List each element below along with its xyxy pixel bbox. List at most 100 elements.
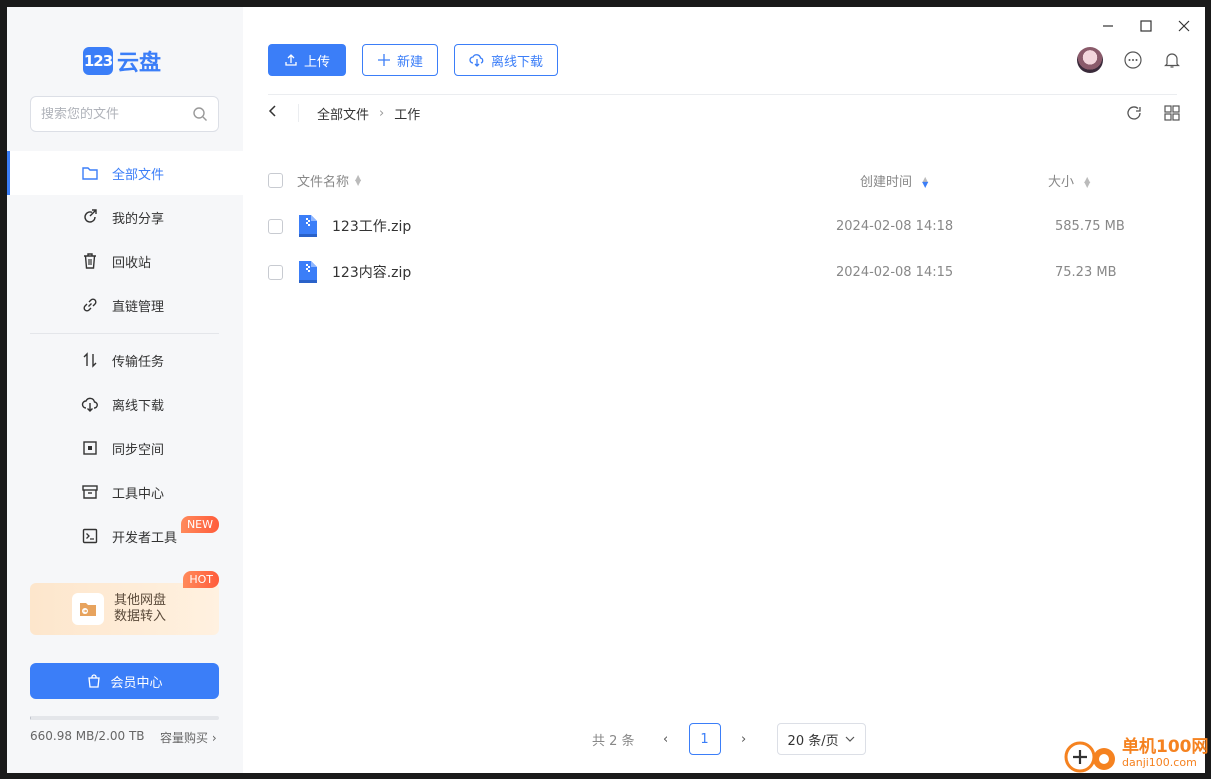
nav-offline-download[interactable]: 离线下载 xyxy=(7,382,243,426)
view-controls xyxy=(1125,104,1181,122)
nav-label: 全部文件 xyxy=(112,167,165,183)
nav-label: 我的分享 xyxy=(112,211,165,227)
file-name-cell: 123工作.zip xyxy=(297,213,411,239)
column-name-label: 文件名称 xyxy=(297,174,350,190)
plus-icon xyxy=(378,54,390,66)
watermark-subtitle: danji100.com xyxy=(1122,756,1197,769)
zip-file-icon xyxy=(299,215,317,237)
watermark-text: 单机100网 danji100.com xyxy=(1122,739,1209,771)
minimize-button[interactable] xyxy=(1097,15,1119,37)
search-box[interactable] xyxy=(30,96,219,132)
cloud-download-icon xyxy=(469,54,484,67)
storage-used-text: 660.98 MB/2.00 TB xyxy=(30,729,145,743)
chevron-down-icon xyxy=(845,736,855,742)
select-all-checkbox[interactable] xyxy=(268,172,283,188)
breadcrumb-divider xyxy=(298,104,299,122)
nav-tools[interactable]: 工具中心 xyxy=(7,470,243,514)
file-created-cell: 2024-02-08 14:18 xyxy=(836,218,954,234)
upload-label: 上传 xyxy=(303,54,330,70)
nav-sync-space[interactable]: 同步空间 xyxy=(7,426,243,470)
bag-icon xyxy=(88,674,101,688)
chevron-right-icon: › xyxy=(211,731,217,745)
share-icon xyxy=(84,209,97,223)
nav-label: 离线下载 xyxy=(112,398,165,414)
file-name[interactable]: 123工作.zip xyxy=(332,216,411,236)
nav-my-share[interactable]: 我的分享 xyxy=(7,195,243,239)
storage-fill xyxy=(30,716,31,720)
close-button[interactable] xyxy=(1173,15,1195,37)
breadcrumb-root[interactable]: 全部文件 xyxy=(317,104,369,123)
next-page-button[interactable]: › xyxy=(731,732,757,747)
grid-view-icon[interactable] xyxy=(1163,104,1181,122)
file-name-cell: 123内容.zip xyxy=(297,259,411,285)
column-created-header[interactable]: 创建时间 ▲ ▼ xyxy=(860,171,928,190)
maximize-button[interactable] xyxy=(1135,15,1157,37)
watermark-logo xyxy=(1064,741,1115,773)
upload-button[interactable]: 上传 xyxy=(268,44,346,76)
sort-icon: ▲ ▼ xyxy=(355,173,362,187)
page-number-button[interactable]: 1 xyxy=(688,723,721,755)
app-window: 123 云盘 全部文件 我的分享 回收站 直链管理 xyxy=(7,7,1205,773)
new-badge: NEW xyxy=(180,516,219,533)
window-controls xyxy=(1097,15,1195,37)
upload-icon xyxy=(285,54,297,66)
prev-page-button[interactable]: ‹ xyxy=(653,732,679,747)
import-card-line1: 其他网盘 xyxy=(114,593,167,608)
page-size-select[interactable]: 20 条/页 xyxy=(776,723,866,755)
row-checkbox[interactable] xyxy=(268,218,283,234)
breadcrumb-separator-icon: › xyxy=(379,105,385,121)
pagination: 共 2 条 ‹ 1 › 20 条/页 xyxy=(592,723,866,755)
nav-transfers[interactable]: 传输任务 xyxy=(7,338,243,382)
breadcrumb: 全部文件 › 工作 xyxy=(268,103,420,123)
data-import-card[interactable]: 其他网盘 数据转入 HOT xyxy=(30,571,219,635)
nav-all-files[interactable]: 全部文件 xyxy=(7,151,243,195)
search-icon[interactable] xyxy=(192,106,208,122)
nav-developer-tools[interactable]: 开发者工具 NEW xyxy=(7,514,243,558)
file-size-cell: 75.23 MB xyxy=(1055,264,1117,280)
avatar[interactable] xyxy=(1077,47,1103,73)
buy-storage-label: 容量购买 xyxy=(160,731,209,745)
back-button[interactable] xyxy=(268,104,288,122)
column-name-header[interactable]: 文件名称 ▲ ▼ xyxy=(297,171,361,190)
nav-label: 开发者工具 xyxy=(112,530,178,546)
new-button[interactable]: 新建 xyxy=(362,44,439,76)
page-size-value: 20 条/页 xyxy=(787,733,839,749)
storage-bar xyxy=(30,716,219,720)
folder-icon xyxy=(82,167,98,180)
terminal-icon xyxy=(82,528,98,544)
nav-label: 同步空间 xyxy=(112,442,165,458)
file-name[interactable]: 123内容.zip xyxy=(332,262,411,282)
sort-desc-icon: ▲ ▼ xyxy=(922,175,929,189)
watermark-title: 单机100网 xyxy=(1122,737,1209,757)
import-folder-icon xyxy=(72,593,104,625)
header-divider xyxy=(268,94,1177,95)
table-row[interactable]: 123工作.zip 2024-02-08 14:18 585.75 MB xyxy=(268,203,1180,249)
file-size-cell: 585.75 MB xyxy=(1055,218,1125,234)
vip-center-label: 会员中心 xyxy=(110,675,163,691)
nav-secondary: 传输任务 离线下载 同步空间 工具中心 开发者工具 NEW xyxy=(7,338,243,558)
nav-direct-link[interactable]: 直链管理 xyxy=(7,283,243,327)
table-header: 文件名称 ▲ ▼ 创建时间 ▲ ▼ 大小 ▲ ▼ xyxy=(268,157,1180,203)
bell-icon[interactable] xyxy=(1163,51,1181,69)
chevron-left-icon xyxy=(268,105,276,117)
column-size-header[interactable]: 大小 ▲ ▼ xyxy=(1048,171,1090,190)
new-label: 新建 xyxy=(397,54,424,70)
app-logo: 123 云盘 xyxy=(83,45,161,77)
search-input[interactable] xyxy=(41,106,192,122)
file-created-cell: 2024-02-08 14:15 xyxy=(836,264,954,280)
nav-recycle-bin[interactable]: 回收站 xyxy=(7,239,243,283)
more-icon[interactable] xyxy=(1123,50,1143,70)
toolbar: 上传 新建 离线下载 xyxy=(268,44,559,76)
main-panel: 上传 新建 离线下载 全部文件 › 工作 文件名称 ▲ ▼ 创建时间 ▲ ▼ 大… xyxy=(243,7,1205,773)
nav-label: 回收站 xyxy=(112,255,152,271)
logo-mark: 123 xyxy=(83,47,113,75)
row-checkbox[interactable] xyxy=(268,264,283,280)
sync-space-icon xyxy=(83,441,97,455)
table-row[interactable]: 123内容.zip 2024-02-08 14:15 75.23 MB xyxy=(268,249,1180,295)
buy-storage-link[interactable]: 容量购买 › xyxy=(160,729,217,746)
vip-center-button[interactable]: 会员中心 xyxy=(30,663,219,699)
refresh-icon[interactable] xyxy=(1125,104,1143,122)
cloud-download-icon xyxy=(81,397,98,412)
nav-primary: 全部文件 我的分享 回收站 直链管理 xyxy=(7,151,243,327)
offline-download-button[interactable]: 离线下载 xyxy=(454,44,559,76)
